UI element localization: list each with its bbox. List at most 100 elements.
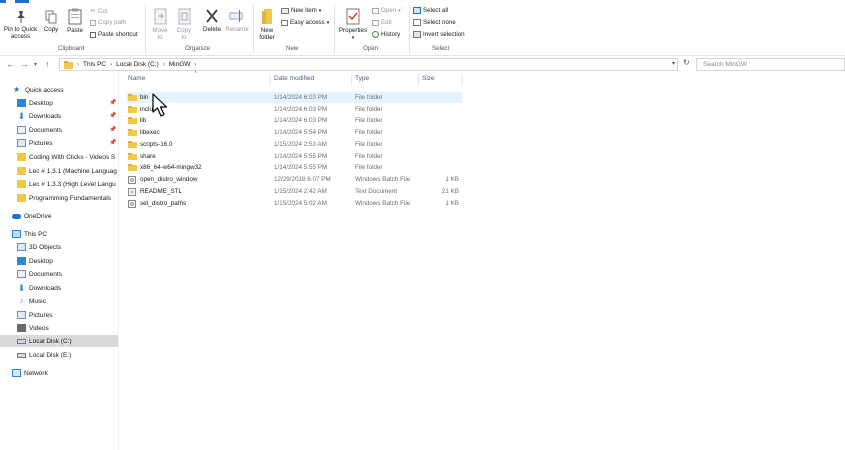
nav-pictures[interactable]: Pictures [0,309,118,321]
file-row-share[interactable]: share 1/14/2024 5:55 PM File folder [126,151,462,162]
copy-button[interactable]: Copy [41,10,61,33]
nav-local-disk-e[interactable]: Local Disk (E:) [0,349,118,361]
chevron-down-icon: ▾ [326,19,330,26]
nav-local-disk-c[interactable]: Local Disk (C:) [0,335,118,347]
invert-selection-button[interactable]: Invert selection [413,31,465,38]
chevron-down-icon: ▾ [318,7,322,14]
file-row-open-distro-window[interactable]: open_distro_window 12/29/2018 6:07 PM Wi… [126,174,462,185]
move-to-icon [154,8,166,25]
edit-icon [372,19,379,26]
pin-to-quick-access-button[interactable]: Pin to Quick access [2,10,39,40]
folder-icon [17,180,26,188]
nav-onedrive[interactable]: OneDrive [0,210,118,222]
group-divider [334,5,335,53]
downloads-arrow-icon: ⬇ [17,283,26,293]
nav-documents[interactable]: Documents [0,268,118,280]
select-group-label: Select [432,45,450,52]
file-row-readme-stl[interactable]: README_STL 1/15/2024 2:42 AM Text Docume… [126,186,462,197]
nav-quick-downloads[interactable]: ⬇ Downloads [0,110,118,122]
nav-3d-objects[interactable]: 3D Objects [0,241,118,253]
chevron-down-icon: ▾ [398,7,401,14]
new-item-button[interactable]: New item ▾ [281,7,321,14]
paste-button[interactable]: Paste [63,8,87,34]
easy-access-icon [281,19,288,26]
column-header-size[interactable]: Size [422,75,435,82]
rename-icon [229,10,243,22]
organize-group-label: Organize [185,45,211,52]
column-divider[interactable] [270,74,271,86]
file-row-libexec[interactable]: libexec 1/14/2024 5:54 PM File folder [126,127,462,138]
refresh-icon[interactable]: ↻ [683,58,690,67]
column-header-name[interactable]: Name [128,75,145,82]
nav-desktop[interactable]: Desktop [0,255,118,267]
file-row-x86_64-w64-mingw32[interactable]: x86_64-w64-mingw32 1/14/2024 5:55 PM Fil… [126,162,462,173]
open-button[interactable]: Open ▾ [372,7,401,14]
move-to-button[interactable]: Move to [150,8,170,41]
folder-icon [17,194,26,202]
nav-quick-folder[interactable]: Lec # 1.3.3 (High Level Langu [0,178,118,190]
back-arrow-icon[interactable]: ← [6,59,15,69]
nav-quick-desktop[interactable]: Desktop [0,97,118,109]
batch-file-icon [128,176,136,184]
nav-quick-pictures[interactable]: Pictures [0,137,118,149]
column-header-type[interactable]: Type [355,75,369,82]
nav-quick-folder[interactable]: Lec # 1.3.1 (Machine Languag [0,165,118,177]
text-document-icon [128,188,136,196]
folder-icon [17,153,26,161]
batch-file-icon [128,200,136,208]
forward-arrow-icon[interactable]: → [20,59,29,69]
nav-this-pc[interactable]: This PC [0,228,118,240]
select-none-icon [413,19,421,26]
paste-shortcut-button[interactable]: Paste shortcut [90,31,138,38]
select-none-button[interactable]: Select none [413,19,456,26]
open-group-label: Open [363,45,379,52]
nav-quick-access[interactable]: ★ Quick access [0,84,118,96]
file-row-include[interactable]: inclu 1/14/2024 6:03 PM File folder [126,104,462,115]
nav-downloads[interactable]: ⬇ Downloads [0,282,118,294]
select-all-button[interactable]: Select all [413,7,448,14]
nav-quick-folder[interactable]: Programming Fundamentals [0,192,118,204]
column-divider[interactable] [462,74,463,86]
properties-button[interactable]: Properties ▾ [337,8,369,42]
file-row-lib[interactable]: lib 1/14/2024 6:03 PM File folder [126,115,462,126]
breadcrumb-this-pc[interactable]: This PC [83,61,106,68]
address-bar[interactable]: › This PC › Local Disk (C:) › MinGW › [59,58,678,71]
drive-icon [17,338,26,344]
pane-divider[interactable] [118,72,119,450]
cut-button[interactable]: ✂ Cut [90,7,108,16]
address-history-chevron-icon[interactable]: ▾ [672,60,675,67]
breadcrumb-local-disk-c[interactable]: Local Disk (C:) [116,61,159,68]
edit-button[interactable]: Edit [372,19,392,26]
folder-icon [128,129,137,136]
up-arrow-icon[interactable]: ↑ [45,59,50,69]
nav-quick-documents[interactable]: Documents [0,124,118,136]
column-header-date-modified[interactable]: Date modified [274,75,314,82]
nav-quick-folder[interactable]: Coding With Clicks - Videos S [0,151,118,163]
column-divider[interactable] [351,74,352,86]
new-folder-button[interactable]: New folder [256,8,278,41]
pictures-icon [17,311,26,319]
drive-icon [17,352,26,358]
file-row-bin[interactable]: bin 1/14/2024 6:03 PM File folder [126,92,462,103]
film-icon [17,324,26,332]
file-row-set-distro-paths[interactable]: set_distro_paths 1/15/2024 5:02 AM Windo… [126,198,462,209]
nav-music[interactable]: ♪ Music [0,295,118,307]
search-box[interactable]: Search MinGW [696,58,845,71]
column-divider[interactable] [418,74,419,86]
breadcrumb-mingw[interactable]: MinGW [169,61,191,68]
delete-button[interactable]: Delete [200,8,224,33]
mouse-cursor-icon [152,93,168,117]
easy-access-button[interactable]: Easy access ▾ [281,19,329,26]
nav-network[interactable]: Network [0,367,118,379]
history-button[interactable]: History [372,31,400,38]
new-group-label: New [286,45,299,52]
nav-videos[interactable]: Videos [0,322,118,334]
copy-to-button[interactable]: Copy to [174,8,194,41]
delete-x-icon [206,9,218,23]
copy-path-button[interactable]: Copy path [90,19,126,26]
folder-icon [128,94,137,101]
pin-icon: 📌 [109,100,117,106]
rename-button[interactable]: Rename [224,8,250,33]
file-row-scripts[interactable]: scripts-16.0 1/15/2024 2:53 AM File fold… [126,139,462,150]
recent-locations-chevron-icon[interactable]: ▾ [34,61,37,68]
